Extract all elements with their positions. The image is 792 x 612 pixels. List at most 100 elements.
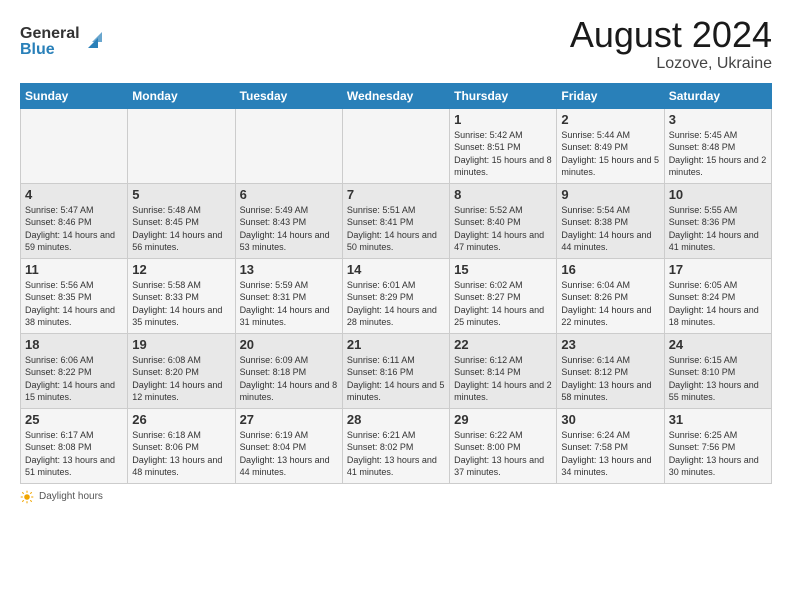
day-info: Sunrise: 5:56 AMSunset: 8:35 PMDaylight:… [25, 279, 123, 329]
month-year: August 2024 [570, 15, 772, 55]
day-info: Sunrise: 6:17 AMSunset: 8:08 PMDaylight:… [25, 429, 123, 479]
day-number: 7 [347, 187, 445, 202]
day-cell: 31 Sunrise: 6:25 AMSunset: 7:56 PMDayligh… [664, 408, 771, 483]
day-cell: 8 Sunrise: 5:52 AMSunset: 8:40 PMDaylight… [450, 183, 557, 258]
day-number: 25 [25, 412, 123, 427]
day-info: Sunrise: 6:04 AMSunset: 8:26 PMDaylight:… [561, 279, 659, 329]
day-number: 30 [561, 412, 659, 427]
day-number: 24 [669, 337, 767, 352]
day-header-wednesday: Wednesday [342, 83, 449, 108]
calendar-page: General Blue August 2024 Lozove, Ukraine… [0, 0, 792, 514]
week-row-5: 25 Sunrise: 6:17 AMSunset: 8:08 PMDayligh… [21, 408, 772, 483]
day-cell: 29Sunrise: 6:22 AMSunset: 8:00 PMDayligh… [450, 408, 557, 483]
day-number: 9 [561, 187, 659, 202]
day-info: Sunrise: 6:24 AMSunset: 7:58 PMDaylight:… [561, 429, 659, 479]
day-header-saturday: Saturday [664, 83, 771, 108]
day-header-friday: Friday [557, 83, 664, 108]
day-number: 6 [240, 187, 338, 202]
day-cell: 7 Sunrise: 5:51 AMSunset: 8:41 PMDaylight… [342, 183, 449, 258]
day-cell: 25 Sunrise: 6:17 AMSunset: 8:08 PMDayligh… [21, 408, 128, 483]
day-header-thursday: Thursday [450, 83, 557, 108]
logo-text: General Blue [20, 20, 110, 65]
week-row-3: 11Sunrise: 5:56 AMSunset: 8:35 PMDayligh… [21, 258, 772, 333]
day-number: 28 [347, 412, 445, 427]
header: General Blue August 2024 Lozove, Ukraine [20, 15, 772, 73]
day-info: Sunrise: 6:15 AMSunset: 8:10 PMDaylight:… [669, 354, 767, 404]
day-cell: 20 Sunrise: 6:09 AMSunset: 8:18 PMDayligh… [235, 333, 342, 408]
sun-icon [20, 490, 34, 504]
day-number: 15 [454, 262, 552, 277]
day-cell: 13Sunrise: 5:59 AMSunset: 8:31 PMDayligh… [235, 258, 342, 333]
day-info: Sunrise: 6:19 AMSunset: 8:04 PMDaylight:… [240, 429, 338, 479]
day-cell: 18Sunrise: 6:06 AMSunset: 8:22 PMDayligh… [21, 333, 128, 408]
day-cell: 15 Sunrise: 6:02 AMSunset: 8:27 PMDayligh… [450, 258, 557, 333]
day-cell: 26 Sunrise: 6:18 AMSunset: 8:06 PMDayligh… [128, 408, 235, 483]
day-cell: 27 Sunrise: 6:19 AMSunset: 8:04 PMDayligh… [235, 408, 342, 483]
logo: General Blue [20, 20, 110, 65]
day-info: Sunrise: 5:51 AMSunset: 8:41 PMDaylight:… [347, 204, 445, 254]
week-row-4: 18Sunrise: 6:06 AMSunset: 8:22 PMDayligh… [21, 333, 772, 408]
day-header-tuesday: Tuesday [235, 83, 342, 108]
day-info: Sunrise: 6:01 AMSunset: 8:29 PMDaylight:… [347, 279, 445, 329]
day-number: 22 [454, 337, 552, 352]
day-number: 19 [132, 337, 230, 352]
day-cell: 12Sunrise: 5:58 AMSunset: 8:33 PMDayligh… [128, 258, 235, 333]
svg-text:Blue: Blue [20, 41, 55, 58]
svg-text:General: General [20, 25, 80, 42]
day-info: Sunrise: 5:47 AMSunset: 8:46 PMDaylight:… [25, 204, 123, 254]
day-header-sunday: Sunday [21, 83, 128, 108]
day-info: Sunrise: 5:49 AMSunset: 8:43 PMDaylight:… [240, 204, 338, 254]
day-cell [21, 108, 128, 183]
week-row-2: 4 Sunrise: 5:47 AMSunset: 8:46 PMDaylight… [21, 183, 772, 258]
day-info: Sunrise: 6:21 AMSunset: 8:02 PMDaylight:… [347, 429, 445, 479]
day-info: Sunrise: 6:09 AMSunset: 8:18 PMDaylight:… [240, 354, 338, 404]
day-info: Sunrise: 6:08 AMSunset: 8:20 PMDaylight:… [132, 354, 230, 404]
day-info: Sunrise: 5:44 AMSunset: 8:49 PMDaylight:… [561, 129, 659, 179]
day-number: 23 [561, 337, 659, 352]
day-info: Sunrise: 6:05 AMSunset: 8:24 PMDaylight:… [669, 279, 767, 329]
day-number: 31 [669, 412, 767, 427]
day-number: 10 [669, 187, 767, 202]
day-cell: 1Sunrise: 5:42 AMSunset: 8:51 PMDaylight… [450, 108, 557, 183]
calendar-header: SundayMondayTuesdayWednesdayThursdayFrid… [21, 83, 772, 108]
day-cell: 19 Sunrise: 6:08 AMSunset: 8:20 PMDayligh… [128, 333, 235, 408]
day-cell: 3 Sunrise: 5:45 AMSunset: 8:48 PMDaylight… [664, 108, 771, 183]
day-number: 27 [240, 412, 338, 427]
day-info: Sunrise: 5:55 AMSunset: 8:36 PMDaylight:… [669, 204, 767, 254]
day-number: 16 [561, 262, 659, 277]
day-number: 3 [669, 112, 767, 127]
day-cell [128, 108, 235, 183]
day-info: Sunrise: 5:42 AMSunset: 8:51 PMDaylight:… [454, 129, 552, 179]
day-cell: 28 Sunrise: 6:21 AMSunset: 8:02 PMDayligh… [342, 408, 449, 483]
title-block: August 2024 Lozove, Ukraine [570, 15, 772, 73]
day-info: Sunrise: 5:45 AMSunset: 8:48 PMDaylight:… [669, 129, 767, 179]
day-info: Sunrise: 6:02 AMSunset: 8:27 PMDaylight:… [454, 279, 552, 329]
day-cell: 2Sunrise: 5:44 AMSunset: 8:49 PMDaylight… [557, 108, 664, 183]
day-number: 20 [240, 337, 338, 352]
location: Lozove, Ukraine [570, 55, 772, 73]
day-info: Sunrise: 6:22 AMSunset: 8:00 PMDaylight:… [454, 429, 552, 479]
day-info: Sunrise: 6:12 AMSunset: 8:14 PMDaylight:… [454, 354, 552, 404]
day-number: 4 [25, 187, 123, 202]
day-info: Sunrise: 6:18 AMSunset: 8:06 PMDaylight:… [132, 429, 230, 479]
calendar-body: 1Sunrise: 5:42 AMSunset: 8:51 PMDaylight… [21, 108, 772, 483]
day-number: 5 [132, 187, 230, 202]
day-cell: 4 Sunrise: 5:47 AMSunset: 8:46 PMDaylight… [21, 183, 128, 258]
day-number: 17 [669, 262, 767, 277]
day-cell: 11Sunrise: 5:56 AMSunset: 8:35 PMDayligh… [21, 258, 128, 333]
day-cell: 22 Sunrise: 6:12 AMSunset: 8:14 PMDayligh… [450, 333, 557, 408]
day-header-monday: Monday [128, 83, 235, 108]
day-number: 18 [25, 337, 123, 352]
footer: Daylight hours [20, 490, 772, 504]
day-cell: 24 Sunrise: 6:15 AMSunset: 8:10 PMDayligh… [664, 333, 771, 408]
day-cell: 16 Sunrise: 6:04 AMSunset: 8:26 PMDayligh… [557, 258, 664, 333]
day-number: 8 [454, 187, 552, 202]
day-info: Sunrise: 5:52 AMSunset: 8:40 PMDaylight:… [454, 204, 552, 254]
day-cell: 9Sunrise: 5:54 AMSunset: 8:38 PMDaylight… [557, 183, 664, 258]
calendar-table: SundayMondayTuesdayWednesdayThursdayFrid… [20, 83, 772, 484]
day-cell: 5Sunrise: 5:48 AMSunset: 8:45 PMDaylight… [128, 183, 235, 258]
day-info: Sunrise: 6:25 AMSunset: 7:56 PMDaylight:… [669, 429, 767, 479]
day-info: Sunrise: 6:11 AMSunset: 8:16 PMDaylight:… [347, 354, 445, 404]
day-number: 26 [132, 412, 230, 427]
day-cell: 21Sunrise: 6:11 AMSunset: 8:16 PMDayligh… [342, 333, 449, 408]
